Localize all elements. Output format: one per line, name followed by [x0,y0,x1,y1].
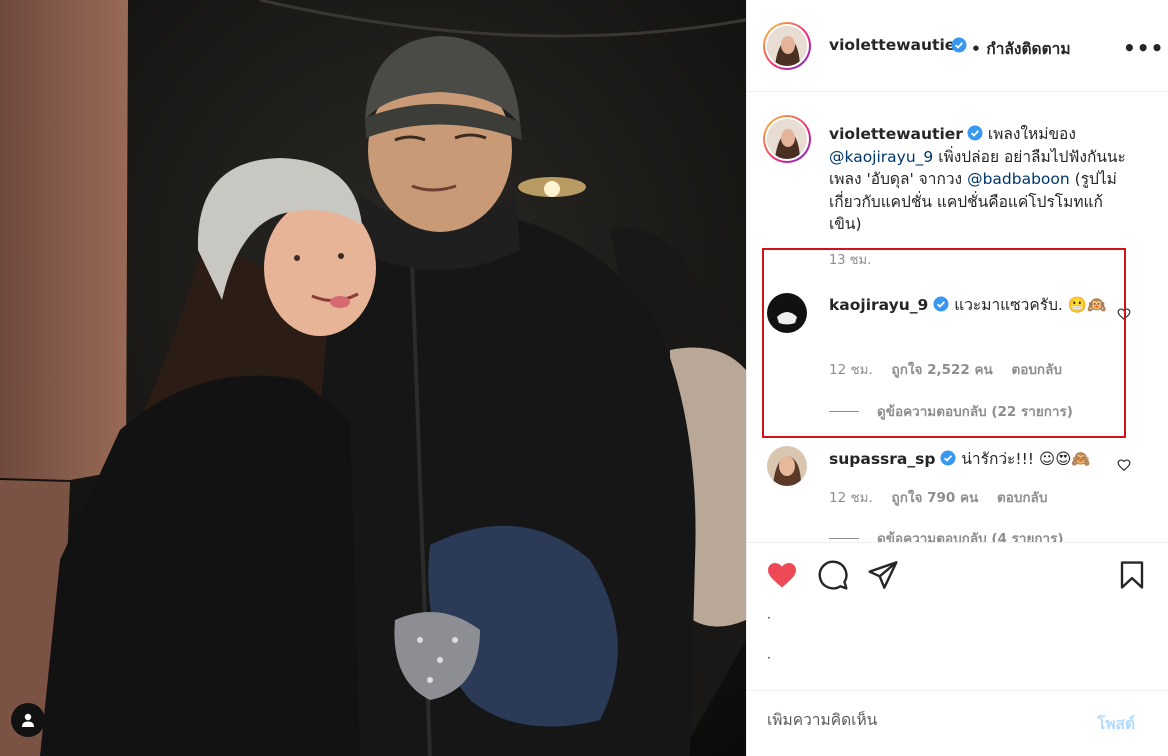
comment-icon[interactable] [817,559,849,591]
following-button[interactable]: กำลังติดตาม [986,40,1070,58]
comment-likes-count[interactable]: ถูกใจ 790 คน [892,490,979,506]
verified-badge-icon [933,296,949,312]
reply-button[interactable]: ตอบกลับ [1011,362,1061,378]
user-tag-icon [22,713,34,727]
heart-icon[interactable] [765,559,799,591]
separator-dot: • [971,40,981,58]
verified-badge-icon [967,125,983,141]
caption-avatar-image [767,119,807,159]
verified-badge-icon [951,37,967,53]
comment-like-heart-icon[interactable] [1117,307,1131,321]
caption-timestamp[interactable]: 13 ชม. [829,249,871,270]
post-photo[interactable] [0,0,746,756]
comment-body: kaojirayu_9 แวะมาแซวครับ. 😬🙉 [829,292,1119,318]
mention-link[interactable]: @badbaboon [967,170,1070,188]
replies-divider-line [829,410,859,412]
post-comment-button[interactable]: โพสต์ [1097,711,1135,736]
instagram-post-modal: violettewautier • กำลังติดตาม ••• violet… [0,0,1168,756]
replies-divider-line [829,537,859,539]
post-date-dot: · [767,651,771,665]
commenter-avatar[interactable] [767,293,807,333]
comment-text: น่ารักว่ะ!!! ☺😍🙈 [961,450,1091,468]
comment-likes-count[interactable]: ถูกใจ 2,522 คน [892,362,993,378]
comments-list[interactable]: violettewautier เพลงใหม่ของ @kaojirayu_9… [747,93,1168,542]
commenter-username[interactable]: supassra_sp [829,450,935,468]
author-avatar[interactable] [763,22,811,70]
comment-input[interactable] [767,711,1067,729]
commenter-avatar-image [767,293,807,333]
following-status[interactable]: • กำลังติดตาม [971,36,1071,61]
add-comment-bar: โพสต์ [747,690,1168,756]
comment-like-heart-icon[interactable] [1117,458,1131,472]
comment-body: supassra_sp น่ารักว่ะ!!! ☺😍🙈 [829,446,1119,472]
caption-author-avatar[interactable] [763,115,811,163]
comment-meta: 12 ชม. ถูกใจ 790 คน ตอบกลับ [829,486,1061,508]
caption-text-1: เพลงใหม่ของ [987,125,1076,143]
post-caption: violettewautier เพลงใหม่ของ @kaojirayu_9… [829,123,1129,236]
mention-link[interactable]: @kaojirayu_9 [829,148,933,166]
reply-button[interactable]: ตอบกลับ [997,490,1047,506]
photo-illustration [0,0,746,756]
bookmark-icon[interactable] [1117,559,1147,591]
view-replies-label: ดูข้อความตอบกลับ (22 รายการ) [877,404,1073,420]
comment-text: แวะมาแซวครับ. 😬🙉 [954,296,1107,314]
view-replies-label: ดูข้อความตอบกลับ (4 รายการ) [877,531,1064,542]
view-replies-button[interactable]: ดูข้อความตอบกลับ (4 รายการ) [829,527,1064,542]
caption-username[interactable]: violettewautier [829,125,963,143]
paper-plane-icon[interactable] [867,559,899,591]
post-side-panel: violettewautier • กำลังติดตาม ••• violet… [746,0,1168,756]
author-username[interactable]: violettewautier [829,36,963,54]
comment-meta: 12 ชม. ถูกใจ 2,522 คน ตอบกลับ [829,358,1076,380]
comment-timestamp[interactable]: 12 ชม. [829,490,873,506]
comment-timestamp[interactable]: 12 ชม. [829,362,873,378]
author-avatar-image [767,26,807,66]
post-header: violettewautier • กำลังติดตาม ••• [747,0,1168,92]
view-replies-button[interactable]: ดูข้อความตอบกลับ (22 รายการ) [829,400,1073,422]
likes-summary-dot: · [767,611,771,625]
verified-badge-icon [940,450,956,466]
post-actions-bar: · · [747,542,1168,692]
commenter-avatar[interactable] [767,446,807,486]
commenter-username[interactable]: kaojirayu_9 [829,296,928,314]
more-options-icon[interactable]: ••• [1123,36,1164,60]
tagged-user-button[interactable] [11,703,45,737]
commenter-avatar-image [767,446,807,486]
